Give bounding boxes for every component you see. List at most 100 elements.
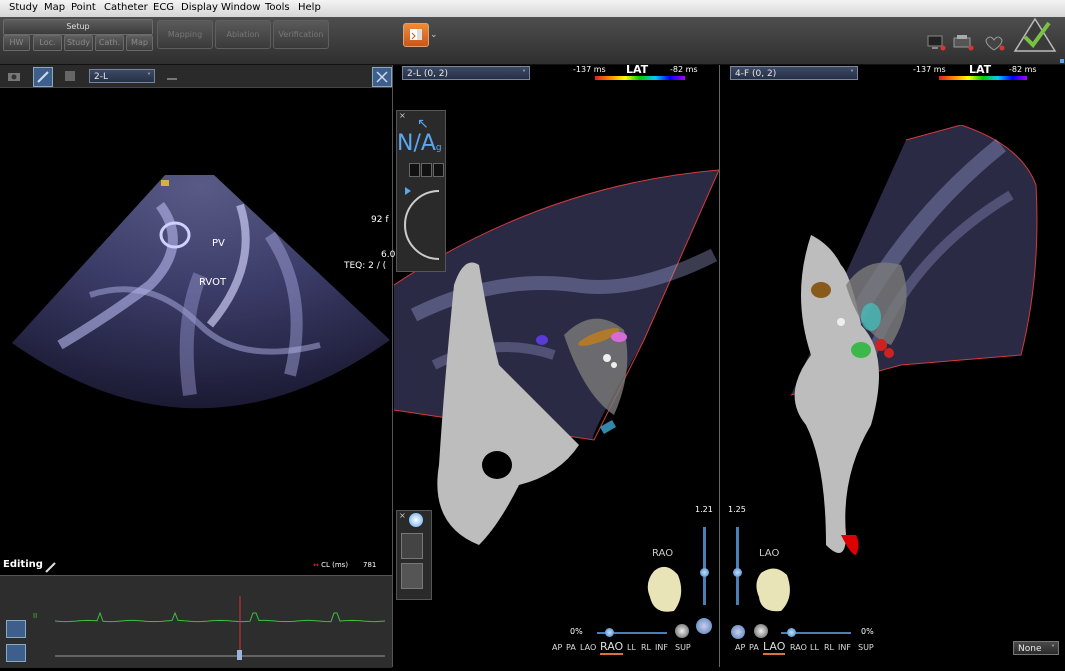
view-button-lao[interactable]: LAO xyxy=(580,643,596,652)
right-view-buttons: AP PA LAO RAO LL RL INF SUP xyxy=(735,640,900,657)
layers-icon[interactable] xyxy=(62,68,78,84)
cl-label-text: CL (ms) xyxy=(321,561,349,569)
menu-study[interactable]: Study xyxy=(9,2,38,13)
ice-view-dropdown[interactable]: 2-L ˅ xyxy=(89,69,155,83)
setup-tab-loc[interactable]: Loc. xyxy=(33,35,62,51)
printer-icon xyxy=(953,35,974,51)
menu-ecg[interactable]: ECG xyxy=(153,2,174,13)
rotate-icon[interactable] xyxy=(696,618,712,634)
snapshot-button[interactable] xyxy=(403,23,429,47)
heart-model-icon[interactable] xyxy=(401,563,423,589)
setup-button[interactable]: Setup xyxy=(3,19,153,35)
na-box-3 xyxy=(433,163,444,177)
side-text-1: 92 f xyxy=(371,215,389,225)
view-button-ll[interactable]: LL xyxy=(627,643,636,652)
gear-icon[interactable] xyxy=(409,513,423,527)
verification-button[interactable]: Verification xyxy=(273,20,329,49)
view-button-lao[interactable]: LAO xyxy=(763,640,786,655)
lat-max: -82 ms xyxy=(1009,65,1037,74)
maximize-icon[interactable] xyxy=(372,67,392,87)
view-button-pa[interactable]: PA xyxy=(566,643,576,652)
globe-icon[interactable] xyxy=(675,624,689,638)
menu-point[interactable]: Point xyxy=(71,2,96,13)
view-button-rl[interactable]: RL xyxy=(824,643,834,652)
ecg-area: II xyxy=(0,575,392,668)
lat-min: -137 ms xyxy=(573,65,606,74)
editing-label: Editing xyxy=(3,559,43,570)
setup-tab-cath[interactable]: Cath. xyxy=(95,35,124,51)
na-value: N/Ag xyxy=(397,131,442,156)
close-icon[interactable]: × xyxy=(399,511,406,520)
monitor-icon xyxy=(927,35,946,51)
view-button-rl[interactable]: RL xyxy=(641,643,651,652)
menu-display[interactable]: Display xyxy=(181,2,218,13)
snapshot-dropdown-icon[interactable]: ⌄ xyxy=(430,30,438,40)
percent-slider-knob[interactable] xyxy=(605,628,614,637)
view-button-pa[interactable]: PA xyxy=(749,643,759,652)
cl-icon: ↭ xyxy=(313,561,319,569)
view-button-sup[interactable]: SUP xyxy=(858,643,874,652)
ecg-trace xyxy=(55,596,385,660)
scale-slider-knob[interactable] xyxy=(733,568,742,577)
menu-bar: Study Map Point Catheter ECG Display Win… xyxy=(0,0,1065,18)
pv-label: PV xyxy=(212,238,225,249)
ecg-refresh-icon[interactable] xyxy=(6,644,26,662)
cl-value: 781 xyxy=(363,561,377,569)
catheter-tool-icon[interactable] xyxy=(33,67,53,87)
map-panel-right: 4-F (0, 2) ˅ -137 ms LAT -82 ms 1.25 LAO … xyxy=(721,59,1065,667)
rotate-icon[interactable] xyxy=(731,625,745,639)
center-view-dropdown[interactable]: 2-L (0, 2) ˅ xyxy=(402,66,530,80)
none-select-value: None xyxy=(1018,644,1042,654)
orientation-label: LAO xyxy=(759,548,780,559)
center-view-value: 2-L (0, 2) xyxy=(407,69,449,79)
menu-map[interactable]: Map xyxy=(44,2,65,13)
setup-tab-hw[interactable]: HW xyxy=(3,35,30,51)
chevron-down-icon: ˅ xyxy=(522,69,526,78)
link-icon[interactable] xyxy=(165,70,179,82)
scale-slider-track[interactable] xyxy=(703,527,706,605)
book-icon xyxy=(410,29,422,40)
view-button-rao[interactable]: RAO xyxy=(600,640,624,655)
close-icon[interactable]: × xyxy=(399,111,406,120)
view-button-ap[interactable]: AP xyxy=(735,643,745,652)
ice-panel: 2-L ˅ PV RVOT Editing ↭ CL (ms) 781 II xyxy=(0,65,393,668)
scale-slider-track[interactable] xyxy=(736,527,739,605)
setup-tab-map[interactable]: Map xyxy=(126,35,153,51)
heart-icon xyxy=(985,36,1005,51)
view-button-inf[interactable]: INF xyxy=(655,643,668,652)
ecg-timeline-handle[interactable] xyxy=(237,650,242,660)
percent-slider-knob[interactable] xyxy=(787,628,796,637)
ice-view-value: 2-L xyxy=(94,72,108,82)
none-select[interactable]: None ˅ xyxy=(1013,641,1059,655)
ecg-waveform xyxy=(55,611,385,623)
heart-orientation-icon xyxy=(756,568,790,612)
globe-icon[interactable] xyxy=(754,624,768,638)
view-button-sup[interactable]: SUP xyxy=(675,643,691,652)
menu-tools[interactable]: Tools xyxy=(265,2,290,13)
ablation-button[interactable]: Ablation xyxy=(215,20,271,49)
panel-corner-marker xyxy=(1060,59,1064,63)
camera-icon[interactable] xyxy=(6,68,22,84)
menu-help[interactable]: Help xyxy=(298,2,321,13)
menu-catheter[interactable]: Catheter xyxy=(104,2,148,13)
view-button-rao[interactable]: RAO xyxy=(790,643,807,652)
verify-check-icon[interactable] xyxy=(1013,17,1057,57)
view-button-ap[interactable]: AP xyxy=(552,643,562,652)
scale-value: 1.25 xyxy=(728,505,746,514)
na-box-2 xyxy=(421,163,432,177)
view-button-ll[interactable]: LL xyxy=(810,643,819,652)
lat-color-scale xyxy=(595,76,685,80)
arrow-icon: ↖ xyxy=(417,116,429,132)
lat-title: LAT xyxy=(969,63,992,76)
right-view-dropdown[interactable]: 4-F (0, 2) ˅ xyxy=(730,66,858,80)
ecg-settings-icon[interactable] xyxy=(6,620,26,638)
scale-value: 1.21 xyxy=(695,505,713,514)
scale-slider-knob[interactable] xyxy=(700,568,709,577)
mapping-button[interactable]: Mapping xyxy=(157,20,213,49)
setup-tab-study[interactable]: Study xyxy=(64,35,93,51)
ice-ultrasound-image xyxy=(12,175,390,409)
menu-window[interactable]: Window xyxy=(221,2,260,13)
na-sub: g xyxy=(435,143,442,153)
view-button-inf[interactable]: INF xyxy=(838,643,851,652)
tool-slot-1[interactable] xyxy=(401,533,423,559)
